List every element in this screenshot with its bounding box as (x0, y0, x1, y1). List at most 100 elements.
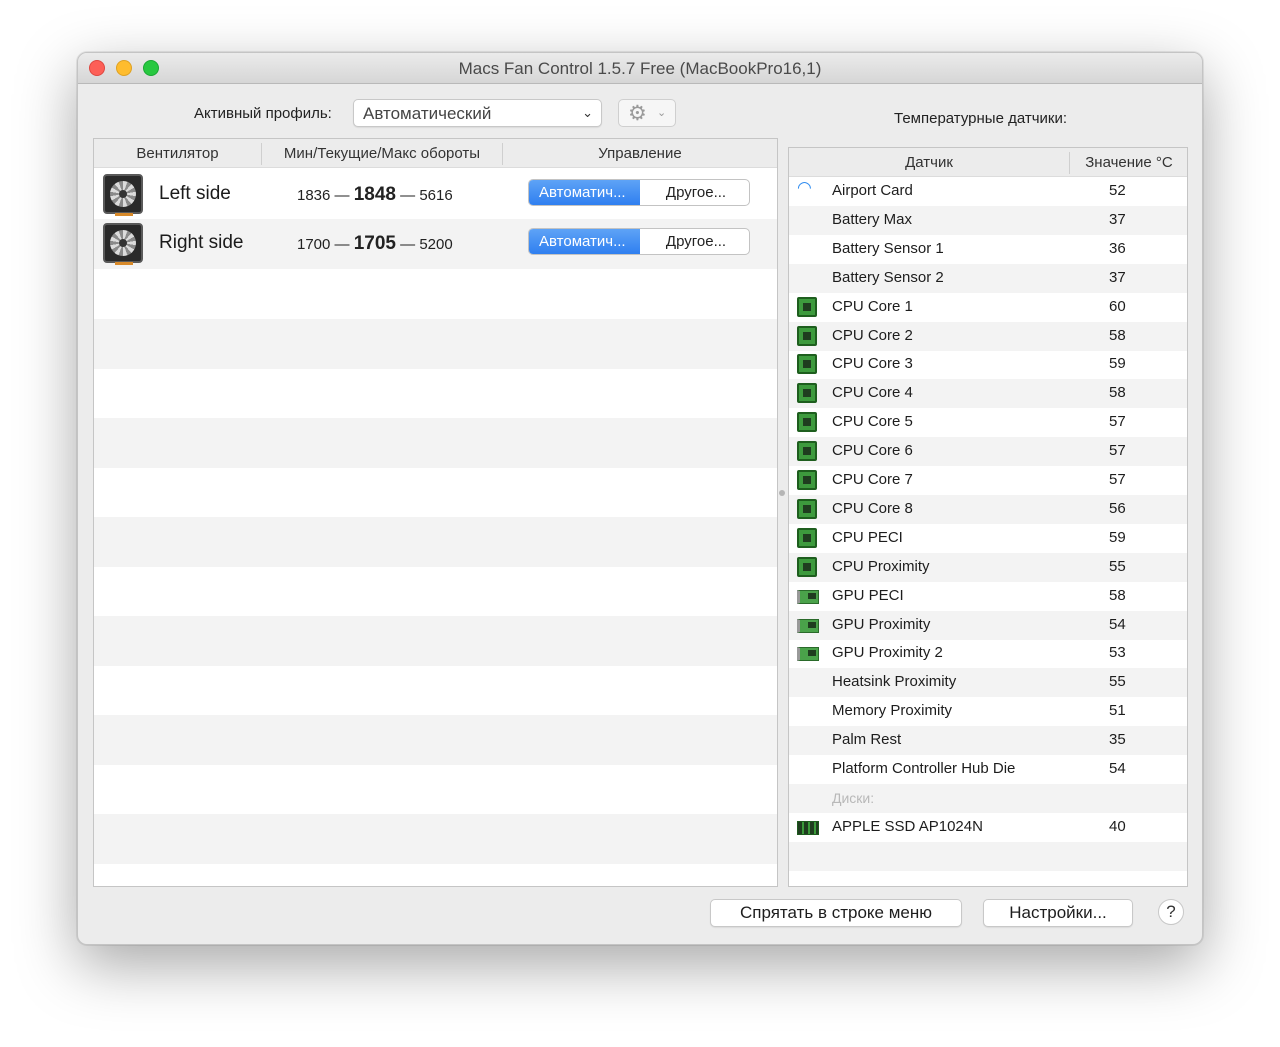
column-header-value[interactable]: Значение °C (1070, 154, 1187, 171)
sensor-value: 53 (1109, 644, 1126, 662)
window-title: Macs Fan Control 1.5.7 Free (MacBookPro1… (458, 59, 822, 78)
sensor-row[interactable]: CPU Core 3 59 (789, 350, 1187, 379)
sensor-name: Battery Sensor 2 (832, 268, 944, 286)
empty-row (94, 814, 777, 864)
fans-table: Вентилятор Мин/Текущие/Макс обороты Упра… (93, 138, 778, 887)
sensor-row[interactable]: CPU Core 8 56 (789, 494, 1187, 524)
sensor-name: CPU Core 4 (832, 384, 913, 402)
rpm-separator: — (400, 236, 416, 253)
sensor-value: 58 (1109, 384, 1126, 402)
fan-rpm-min: 1700 (297, 236, 331, 253)
rpm-separator: — (334, 236, 350, 253)
sensor-value: 40 (1109, 817, 1126, 835)
fans-table-header: Вентилятор Мин/Текущие/Макс обороты Упра… (94, 139, 777, 168)
rpm-separator: — (400, 187, 416, 204)
sensor-name: CPU Core 6 (832, 442, 913, 460)
chip-icon (797, 296, 817, 317)
empty-row (94, 715, 777, 765)
split-view-divider[interactable] (779, 490, 785, 496)
sensor-value: 55 (1109, 673, 1126, 691)
sensor-value: 37 (1109, 210, 1126, 228)
hide-in-menubar-button[interactable]: Спрятать в строке меню (710, 899, 962, 927)
gpu-icon (797, 589, 819, 604)
sensor-row[interactable]: CPU Core 5 57 (789, 408, 1187, 437)
sensor-name: CPU Core 1 (832, 297, 913, 315)
help-button[interactable]: ? (1158, 899, 1184, 925)
sensor-value: 36 (1109, 239, 1126, 257)
sensor-value: 57 (1109, 413, 1126, 431)
empty-row (789, 841, 1187, 871)
column-header-sensor[interactable]: Датчик (789, 154, 1069, 171)
fan-row-left[interactable]: Left side 1836 — 1848 — 5616 Автоматич..… (94, 169, 777, 219)
empty-row (94, 369, 777, 419)
sensor-row[interactable]: Battery Sensor 1 36 (789, 235, 1187, 264)
sensor-row[interactable]: CPU Core 7 57 (789, 466, 1187, 495)
column-header-fan[interactable]: Вентилятор (94, 145, 261, 162)
settings-button[interactable]: Настройки... (983, 899, 1133, 927)
sensor-row[interactable]: Platform Controller Hub Die 54 (789, 755, 1187, 784)
chevron-down-icon: ⌄ (657, 107, 667, 119)
sensor-value: 51 (1109, 702, 1126, 720)
mode-auto-button[interactable]: Автоматич... (529, 229, 640, 254)
fan-rpm-current: 1848 (353, 184, 396, 205)
gpu-icon (797, 647, 819, 662)
sensor-row[interactable]: CPU Core 6 57 (789, 437, 1187, 467)
fan-icon (103, 223, 143, 265)
sensor-value: 56 (1109, 499, 1126, 517)
sensor-row[interactable]: Battery Max 37 (789, 205, 1187, 235)
sensor-name: CPU Core 3 (832, 355, 913, 373)
chevron-down-icon: ⌄ (582, 105, 593, 120)
sensor-row[interactable]: CPU Proximity 55 (789, 552, 1187, 582)
sensor-value: 54 (1109, 760, 1126, 777)
sensor-value: 59 (1109, 528, 1126, 546)
fan-rpm: 1836 — 1848 — 5616 (297, 184, 453, 206)
sensor-name: CPU Core 8 (832, 499, 913, 517)
fan-rpm-current: 1705 (353, 233, 396, 254)
profile-select[interactable]: Автоматический ⌄ (353, 99, 602, 127)
empty-row (94, 517, 777, 567)
fan-name: Left side (159, 183, 231, 204)
sensor-value: 37 (1109, 268, 1126, 286)
sensor-name: CPU Core 2 (832, 326, 913, 344)
column-header-control[interactable]: Управление (503, 145, 777, 162)
sensor-name: CPU Core 7 (832, 471, 913, 488)
sensors-table: Датчик Значение °C ◠ Airport Card 52 Batter… (788, 147, 1188, 887)
mode-other-button[interactable]: Другое... (641, 229, 749, 254)
gear-icon: ⚙ (628, 102, 647, 125)
empty-row (94, 319, 777, 369)
sensor-value: 60 (1109, 297, 1126, 315)
sensor-row[interactable]: CPU Core 1 60 (789, 293, 1187, 322)
fan-rpm-min: 1836 (297, 187, 331, 204)
sensor-name: Battery Sensor 1 (832, 239, 944, 257)
sensor-name: Battery Max (832, 210, 913, 228)
sensor-value: 54 (1109, 615, 1126, 633)
sensor-row[interactable]: CPU Core 2 58 (789, 321, 1187, 351)
sensor-row[interactable]: Heatsink Proximity 55 (789, 668, 1187, 698)
sensor-row[interactable]: GPU Proximity 54 (789, 610, 1187, 640)
sensor-row[interactable]: CPU PECI 59 (789, 524, 1187, 553)
sensor-row[interactable]: CPU Core 4 58 (789, 379, 1187, 409)
chip-icon (797, 383, 817, 404)
gear-menu-button[interactable]: ⚙ ⌄ (618, 99, 676, 127)
sensor-row[interactable]: Palm Rest 35 (789, 726, 1187, 756)
sensor-value: 57 (1109, 471, 1126, 488)
sensor-name: APPLE SSD AP1024N (832, 817, 983, 835)
sensor-name: Palm Rest (832, 731, 902, 749)
sensor-row[interactable]: ◠ Airport Card 52 (789, 177, 1187, 206)
sensor-row[interactable]: Memory Proximity 51 (789, 697, 1187, 726)
sensor-row[interactable]: APPLE SSD AP1024N 40 (789, 813, 1187, 842)
mode-other-button[interactable]: Другое... (641, 180, 749, 205)
fan-mode-control: Автоматич... Другое... (528, 228, 750, 255)
empty-row (94, 567, 777, 617)
column-header-rpm[interactable]: Мин/Текущие/Макс обороты (262, 145, 502, 162)
empty-row (94, 269, 777, 319)
fan-rpm-max: 5616 (419, 187, 453, 204)
mode-auto-button[interactable]: Автоматич... (529, 180, 640, 205)
fan-row-right[interactable]: Right side 1700 — 1705 — 5200 Автоматич.… (94, 219, 777, 269)
sensor-row[interactable]: GPU Proximity 2 53 (789, 639, 1187, 668)
sensor-row[interactable]: Battery Sensor 2 37 (789, 263, 1187, 293)
chip-icon (797, 412, 817, 433)
chip-icon (797, 441, 817, 462)
chip-icon (797, 556, 817, 577)
sensor-row[interactable]: GPU PECI 58 (789, 582, 1187, 611)
